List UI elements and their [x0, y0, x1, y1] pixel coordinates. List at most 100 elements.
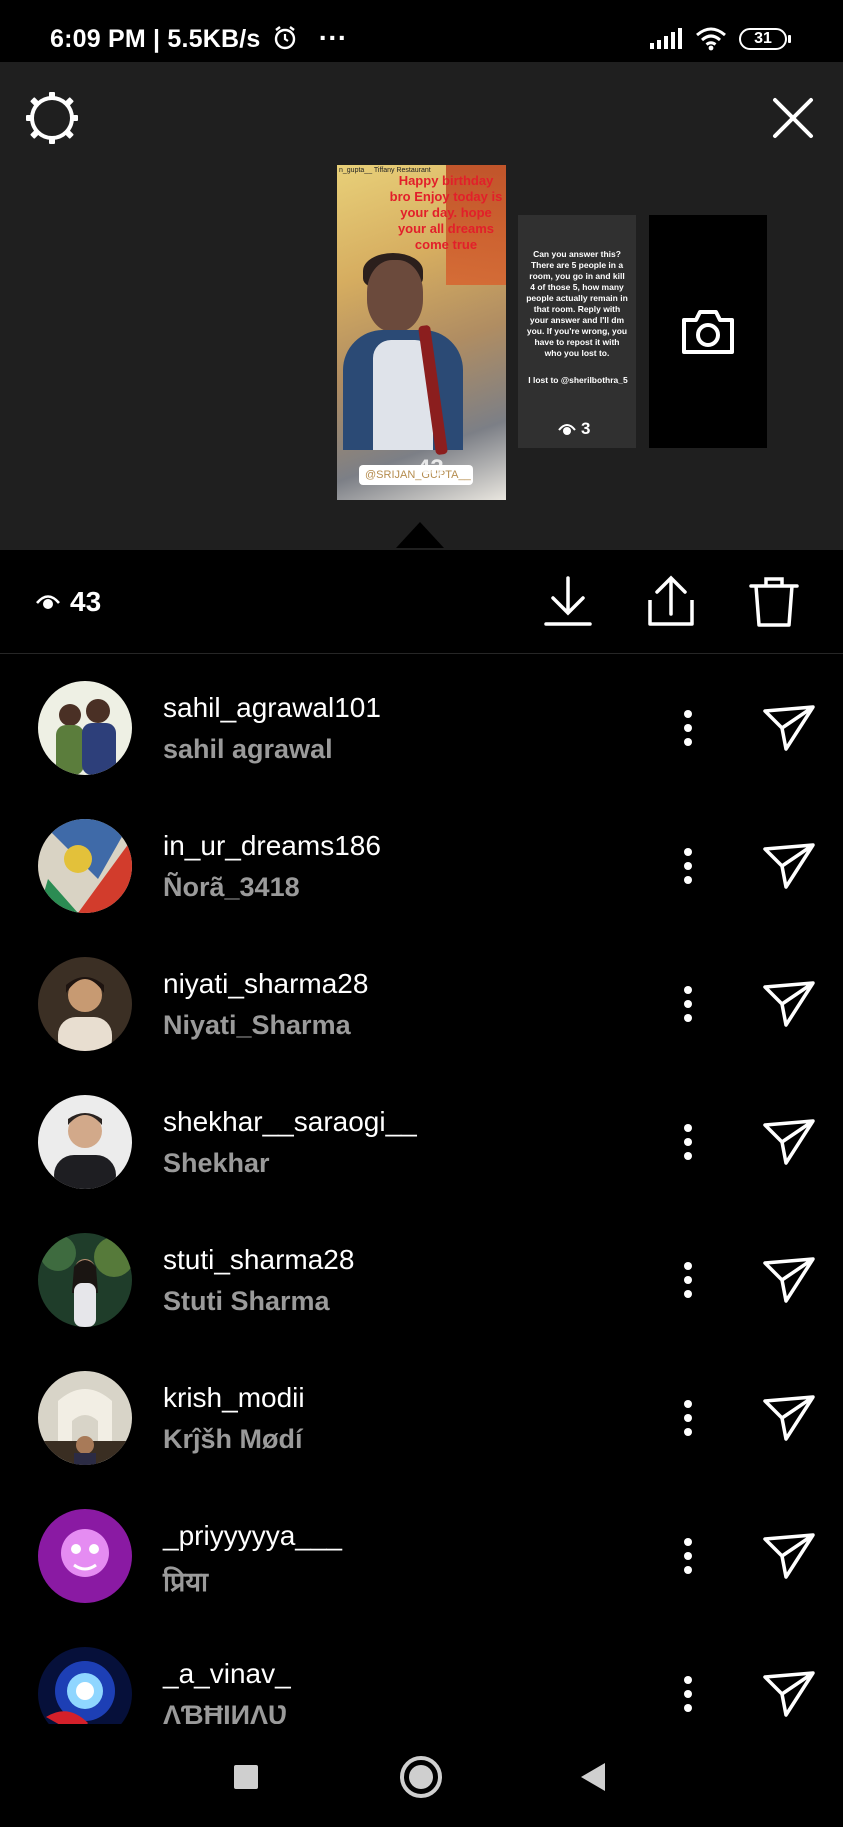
eye-icon: [558, 424, 576, 435]
avatar[interactable]: [38, 1647, 132, 1724]
paper-plane-icon: [763, 1119, 815, 1165]
more-vertical-icon: [684, 1676, 692, 1712]
story-thumbnail-quiz[interactable]: Can you answer this? There are 5 people …: [518, 215, 636, 448]
system-navigation-bar: [0, 1724, 843, 1827]
viewer-row[interactable]: _a_vinav_ ΛƁĦIИΛƲ: [0, 1620, 843, 1724]
paper-plane-icon: [763, 1533, 815, 1579]
more-options-button[interactable]: [670, 1672, 706, 1716]
share-button[interactable]: [644, 574, 698, 630]
more-options-button[interactable]: [670, 1120, 706, 1164]
paper-plane-icon: [763, 1395, 815, 1441]
selected-thumbnail-pointer: [396, 522, 444, 548]
more-options-button[interactable]: [670, 706, 706, 750]
camera-icon: [682, 309, 734, 354]
viewer-row[interactable]: krish_modii Krĵšh Mødí: [0, 1344, 843, 1482]
paper-plane-icon: [763, 705, 815, 751]
home-button[interactable]: [396, 1752, 446, 1802]
send-message-button[interactable]: [762, 980, 816, 1028]
wifi-icon: [696, 27, 726, 51]
more-options-button[interactable]: [670, 1396, 706, 1440]
avatar[interactable]: [38, 1233, 132, 1327]
avatar-image: [38, 681, 132, 775]
send-message-button[interactable]: [762, 1394, 816, 1442]
status-bar: 6:09 PM | 5.5KB/s ··· 31: [0, 0, 843, 62]
thumbnail-caption: Happy birthday bro Enjoy today is your d…: [389, 173, 503, 252]
avatar[interactable]: [38, 957, 132, 1051]
avatar-image: [38, 819, 132, 913]
alarm-icon: [274, 26, 295, 50]
viewer-username[interactable]: krish_modii: [163, 1382, 305, 1414]
viewer-username[interactable]: in_ur_dreams186: [163, 830, 381, 862]
trash-icon: [749, 577, 799, 627]
download-button[interactable]: [541, 574, 595, 630]
viewer-username[interactable]: sahil_agrawal101: [163, 692, 381, 724]
story-preview-panel: n_gupta__ Tiffany Restaurant Happy birth…: [0, 62, 843, 550]
viewer-row[interactable]: niyati_sharma28 Niyati_Sharma: [0, 930, 843, 1068]
total-views-count: 43: [70, 586, 102, 617]
send-message-button[interactable]: [762, 704, 816, 752]
status-time: 6:09 PM | 5.5KB/s ···: [50, 22, 347, 54]
more-options-button[interactable]: [670, 982, 706, 1026]
send-message-button[interactable]: [762, 1670, 816, 1718]
avatar[interactable]: [38, 1371, 132, 1465]
quiz-lost-to: I lost to @sherilbothra_5: [528, 375, 628, 385]
download-icon: [544, 576, 592, 626]
add-story-camera-button[interactable]: [649, 215, 767, 448]
viewer-row[interactable]: shekhar__saraogi__ Shekhar: [0, 1068, 843, 1206]
thumbnail-mention-sticker: @SRIJAN_GUPTA__: [359, 465, 473, 485]
more-options-button[interactable]: [670, 1258, 706, 1302]
quiz-text: Can you answer this? There are 5 people …: [526, 249, 628, 358]
more-vertical-icon: [684, 986, 692, 1022]
more-vertical-icon: [684, 1538, 692, 1574]
battery-tip: [788, 35, 791, 43]
viewer-username[interactable]: _priyyyyya___: [163, 1520, 342, 1552]
battery-indicator: 31: [739, 28, 791, 50]
settings-button[interactable]: [24, 90, 80, 146]
total-views: 43: [36, 586, 101, 618]
recents-button[interactable]: [221, 1752, 271, 1802]
more-vertical-icon: [684, 1262, 692, 1298]
viewer-username[interactable]: _a_vinav_: [163, 1658, 291, 1690]
viewer-row[interactable]: sahil_agrawal101 sahil agrawal: [0, 654, 843, 792]
more-vertical-icon: [684, 710, 692, 746]
more-vertical-icon: [684, 848, 692, 884]
send-message-button[interactable]: [762, 1118, 816, 1166]
back-button[interactable]: [569, 1752, 619, 1802]
home-circle-icon: [400, 1756, 442, 1798]
more-options-button[interactable]: [670, 844, 706, 888]
viewer-full-name: Stuti Sharma: [163, 1286, 330, 1316]
close-button[interactable]: [767, 92, 819, 144]
avatar[interactable]: [38, 819, 132, 913]
viewer-row[interactable]: _priyyyyya___ प्रिया: [0, 1482, 843, 1620]
avatar-image: [38, 957, 132, 1051]
viewer-username[interactable]: niyati_sharma28: [163, 968, 368, 1000]
viewer-full-name: Krĵšh Mødí: [163, 1424, 303, 1454]
story-thumbnail-selected[interactable]: n_gupta__ Tiffany Restaurant Happy birth…: [337, 165, 506, 500]
share-icon: [648, 575, 694, 626]
delete-button[interactable]: [747, 574, 801, 630]
viewer-row[interactable]: stuti_sharma28 Stuti Sharma: [0, 1206, 843, 1344]
eye-icon: [36, 595, 60, 609]
avatar-image: [38, 1371, 132, 1465]
quiz-view-count: 3: [558, 419, 590, 439]
viewer-full-name: Ñorã_3418: [163, 872, 300, 902]
thumbnail-photo-face: [367, 260, 423, 332]
viewer-username[interactable]: stuti_sharma28: [163, 1244, 354, 1276]
viewer-full-name: Niyati_Sharma: [163, 1010, 351, 1040]
more-options-button[interactable]: [670, 1534, 706, 1578]
thumbnail-view-count: 43: [417, 455, 444, 482]
status-overflow: ···: [318, 22, 348, 53]
avatar-image: [38, 1509, 132, 1603]
paper-plane-icon: [763, 1257, 815, 1303]
send-message-button[interactable]: [762, 1532, 816, 1580]
paper-plane-icon: [763, 981, 815, 1027]
avatar[interactable]: [38, 1095, 132, 1189]
viewer-row[interactable]: in_ur_dreams186 Ñorã_3418: [0, 792, 843, 930]
more-vertical-icon: [684, 1400, 692, 1436]
viewer-username[interactable]: shekhar__saraogi__: [163, 1106, 417, 1138]
avatar[interactable]: [38, 1509, 132, 1603]
viewer-list[interactable]: sahil_agrawal101 sahil agrawal in_ur_dre…: [0, 654, 843, 1724]
avatar[interactable]: [38, 681, 132, 775]
send-message-button[interactable]: [762, 1256, 816, 1304]
send-message-button[interactable]: [762, 842, 816, 890]
